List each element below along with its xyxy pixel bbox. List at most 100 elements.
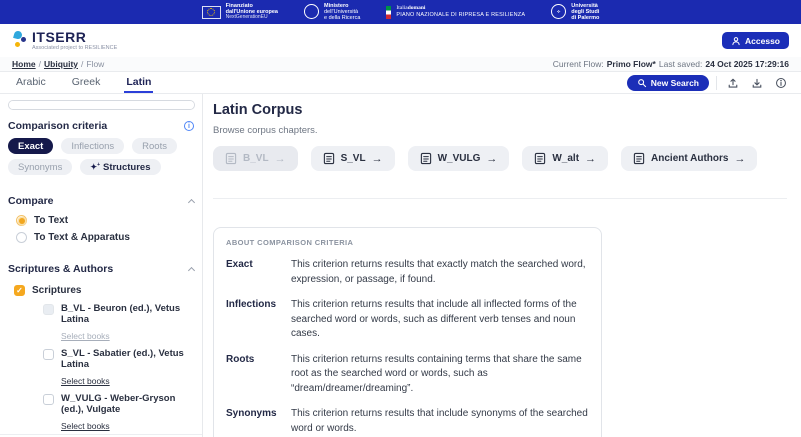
- criteria-title: Comparison criteria: [8, 120, 107, 132]
- unipa-text-line3: di Palermo: [571, 15, 599, 21]
- arrow-right-icon: →: [275, 153, 286, 165]
- compare-title: Compare: [8, 195, 54, 207]
- about-term: Exact: [226, 258, 291, 287]
- last-saved-label: Last saved:: [659, 59, 702, 69]
- main-divider: [213, 198, 787, 199]
- document-icon: [323, 152, 335, 165]
- new-search-button[interactable]: New Search: [627, 75, 709, 91]
- pill-inflections[interactable]: Inflections: [61, 138, 124, 154]
- eu-funding-logo: Finanziato dall'Unione europea NextGener…: [202, 3, 278, 21]
- chapter-chip-label: B_VL: [243, 153, 269, 164]
- scriptures-authors-title: Scriptures & Authors: [8, 263, 113, 275]
- chapter-chip-label: W_VULG: [438, 153, 481, 164]
- list-item-svl: S_VL - Sabatier (ed.), Vetus Latina Sele…: [43, 349, 194, 389]
- about-card-title: ABOUT COMPARISON CRITERIA: [226, 238, 589, 247]
- about-comparison-criteria-card: ABOUT COMPARISON CRITERIA Exact This cri…: [213, 227, 602, 437]
- new-search-label: New Search: [651, 78, 699, 88]
- chapter-chip-ancient-authors[interactable]: Ancient Authors →: [621, 146, 757, 171]
- last-saved-value: 24 Oct 2025 17:29:16: [705, 59, 789, 69]
- italy-flag-icon: [386, 6, 391, 19]
- sidebar-actions: Reset Search: [0, 434, 202, 437]
- criteria-pills: Exact Inflections Roots Synonyms ✦+Struc…: [8, 138, 194, 175]
- breadcrumb-current: Flow: [86, 59, 104, 69]
- about-term: Inflections: [226, 298, 291, 342]
- radio-to-text-apparatus-label: To Text & Apparatus: [34, 232, 130, 243]
- about-row-inflections: Inflections This criterion returns resul…: [226, 298, 589, 342]
- criteria-info-icon[interactable]: i: [184, 121, 194, 131]
- search-input[interactable]: [8, 100, 195, 110]
- chevron-up-icon[interactable]: [188, 198, 195, 205]
- unipa-logo: ✣ Università degli Studi di Palermo: [551, 3, 599, 21]
- itserr-logo-mark-icon: [12, 30, 28, 48]
- corpus-chapter-chips: B_VL → S_VL → W_VULG → W_alt →: [213, 146, 787, 171]
- select-books-link-wvulg[interactable]: Select books: [61, 421, 110, 431]
- radio-selected-icon: [16, 215, 27, 226]
- breadcrumb-separator: /: [81, 59, 83, 69]
- mur-logo: Ministero dell'Università e della Ricerc…: [304, 3, 360, 21]
- radio-unselected-icon: [16, 232, 27, 243]
- chapter-chip-label: W_alt: [552, 153, 579, 164]
- itserr-logo[interactable]: ITSERR Associated project to RESILIENCE: [12, 30, 117, 52]
- chapter-chip-svl[interactable]: S_VL →: [311, 146, 395, 171]
- document-icon: [633, 152, 645, 165]
- document-icon: [225, 152, 237, 165]
- radio-to-text-label: To Text: [34, 215, 68, 226]
- chevron-up-icon[interactable]: [188, 266, 195, 273]
- download-button[interactable]: [748, 75, 765, 90]
- scripture-label-svl[interactable]: S_VL - Sabatier (ed.), Vetus Latina: [61, 349, 194, 371]
- login-button[interactable]: Accesso: [722, 32, 789, 49]
- current-flow-label: Current Flow:: [553, 59, 604, 69]
- italiadomani-title-part2: domani: [408, 5, 426, 11]
- brand-name: ITSERR: [32, 30, 117, 44]
- chapter-chip-bvl[interactable]: B_VL →: [213, 146, 298, 171]
- breadcrumb-separator: /: [39, 59, 41, 69]
- unipa-crest-icon: ✣: [551, 4, 566, 19]
- page-subtitle: Browse corpus chapters.: [213, 125, 787, 136]
- italiadomani-title-part1: Italia: [396, 5, 407, 11]
- flow-status: Current Flow: Primo Flow* Last saved: 24…: [553, 59, 789, 69]
- eu-flag-icon: [202, 6, 221, 19]
- breadcrumb-home[interactable]: Home: [12, 59, 36, 69]
- select-books-link-bvl[interactable]: Select books: [61, 331, 110, 341]
- info-icon: [775, 77, 787, 89]
- tab-greek[interactable]: Greek: [70, 72, 103, 93]
- upload-icon: [727, 77, 739, 89]
- chapter-chip-walt[interactable]: W_alt →: [522, 146, 608, 171]
- checkbox-disabled-icon[interactable]: [43, 304, 54, 315]
- pill-exact[interactable]: Exact: [8, 138, 53, 154]
- eu-text-line3: NextGenerationEU: [226, 15, 278, 21]
- radio-to-text-apparatus[interactable]: To Text & Apparatus: [16, 232, 194, 243]
- breadcrumb-ubiquity[interactable]: Ubiquity: [44, 59, 78, 69]
- pill-synonyms[interactable]: Synonyms: [8, 159, 72, 175]
- tab-arabic[interactable]: Arabic: [14, 72, 48, 93]
- chapter-chip-label: Ancient Authors: [651, 153, 728, 164]
- mur-emblem-icon: [304, 4, 319, 19]
- about-term: Roots: [226, 353, 291, 397]
- checkbox-unchecked-icon[interactable]: [43, 349, 54, 360]
- italiadomani-subtitle: PIANO NAZIONALE DI RIPRESA E RESILIENZA: [396, 12, 525, 18]
- checkbox-unchecked-icon[interactable]: [43, 394, 54, 405]
- about-row-roots: Roots This criterion returns results con…: [226, 353, 589, 397]
- scripture-label-wvulg[interactable]: W_VULG - Weber-Gryson (ed.), Vulgate: [61, 394, 194, 416]
- compare-options: To Text To Text & Apparatus: [16, 215, 194, 243]
- about-description: This criterion returns results that exac…: [291, 258, 589, 287]
- main-panel: Latin Corpus Browse corpus chapters. B_V…: [203, 94, 801, 437]
- chapter-chip-wvulg[interactable]: W_VULG →: [408, 146, 510, 171]
- login-label: Accesso: [745, 36, 780, 46]
- pill-structures[interactable]: ✦+Structures: [80, 159, 160, 175]
- scriptures-checkbox-row[interactable]: ✓ Scriptures: [14, 285, 194, 296]
- upload-button[interactable]: [724, 75, 741, 90]
- page-title: Latin Corpus: [213, 102, 787, 118]
- about-row-exact: Exact This criterion returns results tha…: [226, 258, 589, 287]
- scripture-label-bvl[interactable]: B_VL - Beuron (ed.), Vetus Latina: [61, 304, 194, 326]
- pill-roots[interactable]: Roots: [132, 138, 177, 154]
- info-button[interactable]: [772, 75, 789, 90]
- radio-to-text[interactable]: To Text: [16, 215, 194, 226]
- about-description: This criterion returns results that incl…: [291, 298, 589, 342]
- arrow-right-icon: →: [486, 153, 497, 165]
- tab-latin[interactable]: Latin: [124, 72, 153, 93]
- select-books-link-svl[interactable]: Select books: [61, 376, 110, 386]
- mur-text-line3: e della Ricerca: [324, 15, 360, 21]
- funding-topbar: Finanziato dall'Unione europea NextGener…: [0, 0, 801, 24]
- search-icon: [637, 78, 647, 88]
